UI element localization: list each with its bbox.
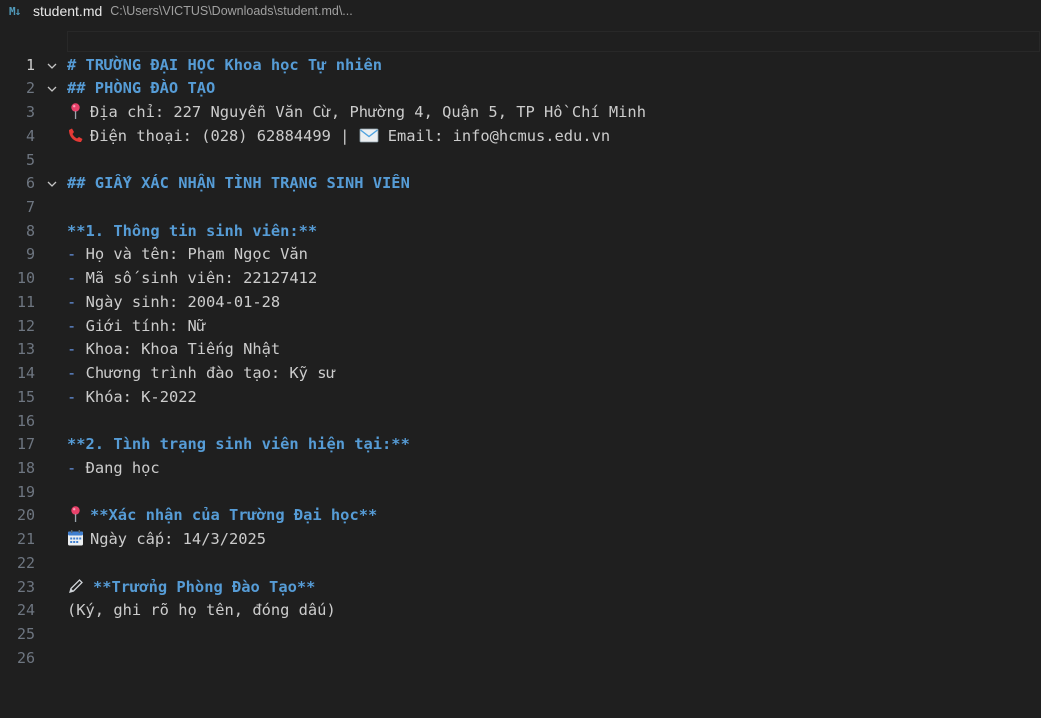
phone-icon — [67, 126, 84, 144]
editor-line[interactable]: 6 — [0, 149, 1041, 192]
list-bullet: - — [67, 292, 77, 311]
line-content: - Chương trình đào tạo: Kỹ sư — [67, 362, 336, 386]
line-content: **Trưởng Phòng Đào Tạo** — [67, 576, 315, 600]
line-content: - Giới tính: Nữ — [67, 315, 206, 339]
editor-line[interactable]: 8 — [0, 196, 1041, 240]
line-text: Khoa: Khoa Tiếng Nhật — [85, 340, 281, 359]
current-line-highlight — [67, 31, 1040, 52]
line-text: **2. Tình trạng sinh viên hiện tại:** — [67, 435, 410, 454]
chevron-down-icon[interactable] — [44, 54, 60, 78]
editor-line[interactable]: 21 **Xác nhận của Trường Đại học** — [0, 504, 1041, 548]
editor-line[interactable]: 13 - Giới tính: Nữ — [0, 315, 1041, 359]
line-text: **Xác nhận của Trường Đại học** — [90, 506, 378, 525]
line-content: - Khoa: Khoa Tiếng Nhật — [67, 338, 280, 362]
line-text: **Trưởng Phòng Đào Tạo** — [93, 577, 316, 596]
line-text: Điện thoại: (028) 62884499 | — [90, 126, 350, 145]
list-bullet: - — [67, 269, 77, 288]
list-bullet: - — [67, 340, 77, 359]
editor-line[interactable]: 5 Điện thoại: (028) 62884499 | Email: in… — [0, 125, 1041, 169]
line-content: - Ngày sinh: 2004-01-28 — [67, 291, 280, 315]
list-bullet: - — [67, 316, 77, 335]
editor-line[interactable]: 15 - Chương trình đào tạo: Kỹ sư — [0, 362, 1041, 406]
editor-line[interactable]: 20 — [0, 481, 1041, 524]
line-content: - Khóa: K-2022 — [67, 386, 197, 410]
envelope-icon — [359, 126, 379, 144]
list-bullet: - — [67, 458, 77, 477]
line-text: Họ và tên: Phạm Ngọc Văn — [85, 245, 308, 264]
editor-line[interactable]: 25 (Ký, ghi rõ họ tên, đóng dấu) — [0, 599, 1041, 643]
line-text: # TRƯỜNG ĐẠI HỌC Khoa học Tự nhiên — [67, 55, 383, 74]
editor-tab-header: M↓ student.md C:\Users\VICTUS\Downloads\… — [0, 0, 1041, 22]
line-text: Giới tính: Nữ — [85, 316, 207, 335]
editor-line[interactable]: 26 — [0, 623, 1041, 667]
pin-icon — [67, 505, 84, 523]
file-name[interactable]: student.md — [33, 3, 102, 19]
editor-line[interactable]: 24 **Trưởng Phòng Đào Tạo** — [0, 576, 1041, 620]
editor-line[interactable]: 2 # TRƯỜNG ĐẠI HỌC Khoa học Tự nhiên — [0, 54, 1041, 98]
list-bullet: - — [67, 245, 77, 264]
editor-line[interactable]: 16 - Khóa: K-2022 — [0, 386, 1041, 430]
editor-line[interactable]: 9 **1. Thông tin sinh viên:** — [0, 220, 1041, 264]
line-content: **Xác nhận của Trường Đại học** — [67, 504, 377, 528]
breadcrumb-path[interactable]: C:\Users\VICTUS\Downloads\student.md\... — [110, 4, 352, 18]
line-text: Mã số sinh viên: 22127412 — [85, 269, 318, 288]
editor-line[interactable]: 10 - Họ và tên: Phạm Ngọc Văn — [0, 243, 1041, 287]
line-content: - Đang học — [67, 457, 160, 481]
editor-line[interactable]: 14 - Khoa: Khoa Tiếng Nhật — [0, 338, 1041, 382]
line-text: Ngày cấp: 14/3/2025 — [90, 530, 267, 549]
chevron-down-icon[interactable] — [44, 172, 60, 196]
editor-line[interactable]: 23 — [0, 552, 1041, 596]
line-content: Ngày cấp: 14/3/2025 — [67, 528, 266, 552]
list-bullet: - — [67, 387, 77, 406]
line-text: Email: info@hcmus.edu.vn — [387, 126, 611, 145]
code-editor[interactable]: 1 2 # TRƯỜNG ĐẠI HỌC Khoa học Tự nhiên 3… — [0, 30, 1041, 667]
markdown-icon: M↓ — [9, 4, 21, 18]
line-text: Địa chỉ: 227 Nguyễn Văn Cừ, Phường 4, Qu… — [90, 103, 646, 122]
editor-line[interactable]: 3 ## PHÒNG ĐÀO TẠO — [0, 77, 1041, 121]
line-text: **1. Thông tin sinh viên:** — [67, 221, 318, 240]
line-text: Khóa: K-2022 — [85, 387, 197, 406]
calendar-icon — [67, 529, 84, 547]
editor-line[interactable]: 19 - Đang học — [0, 457, 1041, 501]
editor-line[interactable]: 12 - Ngày sinh: 2004-01-28 — [0, 291, 1041, 335]
editor-line[interactable]: 7 ## GIẤY XÁC NHẬN TÌNH TRẠNG SINH VIÊN — [0, 172, 1041, 216]
editor-line[interactable]: 18 **2. Tình trạng sinh viên hiện tại:** — [0, 433, 1041, 477]
pin-icon — [67, 102, 84, 120]
chevron-down-icon[interactable] — [44, 77, 60, 101]
line-text: Ngày sinh: 2004-01-28 — [85, 292, 281, 311]
editor-line[interactable]: 1 — [0, 30, 1041, 74]
line-text: ## PHÒNG ĐÀO TẠO — [67, 79, 216, 98]
list-bullet: - — [67, 364, 77, 383]
line-text: Đang học — [85, 458, 160, 477]
line-text: Chương trình đào tạo: Kỹ sư — [85, 364, 336, 383]
line-text: ## GIẤY XÁC NHẬN TÌNH TRẠNG SINH VIÊN — [67, 174, 410, 193]
editor-line[interactable]: 4 Địa chỉ: 227 Nguyễn Văn Cừ, Phường 4, … — [0, 101, 1041, 145]
line-content: - Mã số sinh viên: 22127412 — [67, 267, 317, 291]
line-content: Địa chỉ: 227 Nguyễn Văn Cừ, Phường 4, Qu… — [67, 101, 646, 125]
editor-line[interactable]: 11 - Mã số sinh viên: 22127412 — [0, 267, 1041, 311]
line-content: Điện thoại: (028) 62884499 | Email: info… — [67, 125, 610, 149]
editor-line[interactable]: 22 Ngày cấp: 14/3/2025 — [0, 528, 1041, 572]
line-content: - Họ và tên: Phạm Ngọc Văn — [67, 243, 308, 267]
editor-line[interactable]: 17 — [0, 410, 1041, 453]
line-number: 26 — [16, 648, 35, 667]
line-text: (Ký, ghi rõ họ tên, đóng dấu) — [67, 601, 336, 620]
pen-icon — [67, 577, 84, 595]
